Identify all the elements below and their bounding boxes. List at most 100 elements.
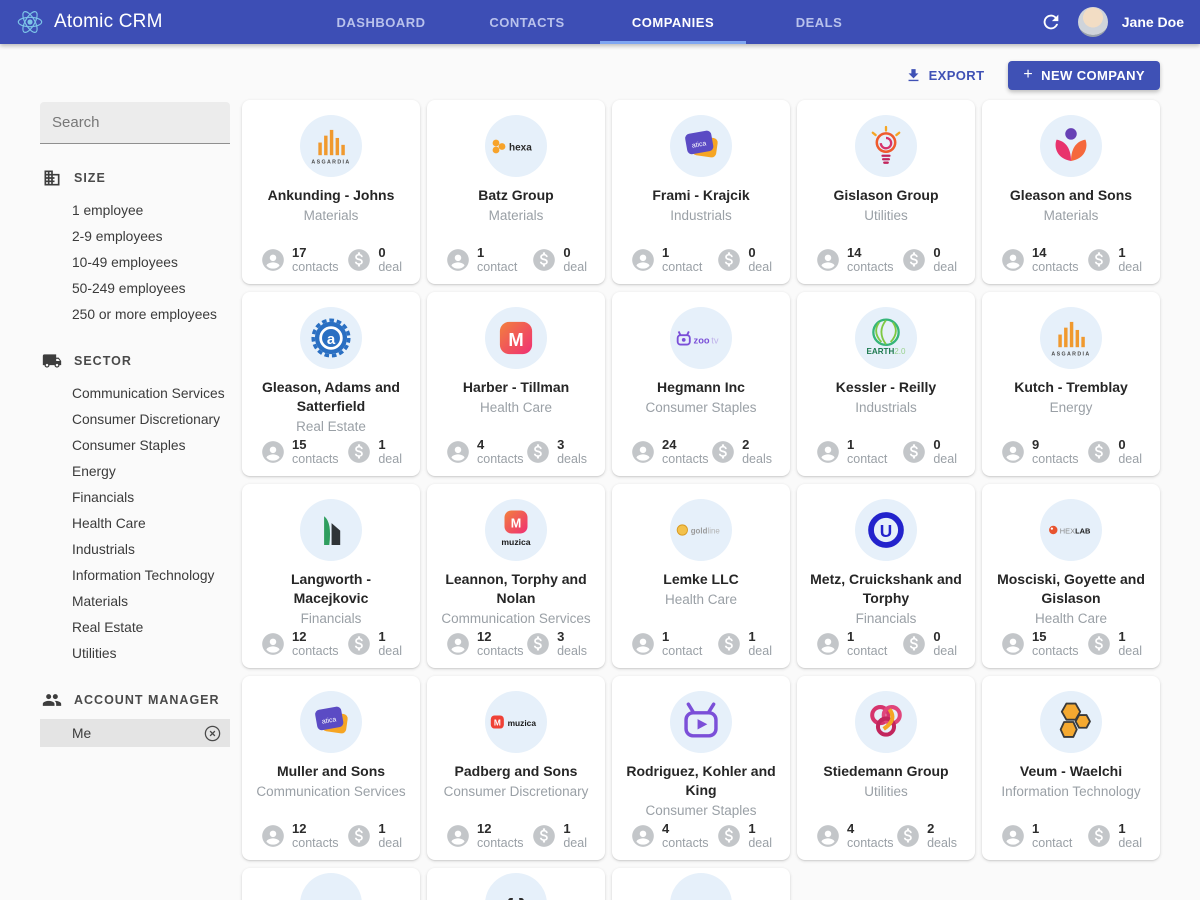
- person-circle-icon: [260, 823, 286, 849]
- person-circle-icon: [815, 631, 841, 657]
- asgardia-logo-icon: ASGARDIA: [300, 115, 362, 177]
- company-card[interactable]: EARTH2.0 Kessler - Reilly Industrials 1 …: [797, 292, 975, 476]
- person-circle-icon: [815, 823, 841, 849]
- lightbulb-logo-icon: [855, 115, 917, 177]
- nav-tab[interactable]: DASHBOARD: [308, 0, 454, 44]
- search-box[interactable]: [40, 102, 230, 144]
- company-card[interactable]: Mmuzica Padberg and Sons Consumer Discre…: [427, 676, 605, 860]
- react-atom-logo-icon: [16, 8, 44, 36]
- company-card[interactable]: atica Muller and Sons Communication Serv…: [242, 676, 420, 860]
- sidebar-filter-item[interactable]: 1 employee: [40, 197, 230, 223]
- sidebar-filter-item[interactable]: Energy: [40, 458, 230, 484]
- company-card[interactable]: Veum - Waelchi Information Technology 1 …: [982, 676, 1160, 860]
- sidebar-filter-item[interactable]: Materials: [40, 588, 230, 614]
- company-stats: 12 contacts 1 deal: [252, 629, 410, 658]
- sidebar-filter-item[interactable]: Financials: [40, 484, 230, 510]
- building-icon: [42, 168, 62, 188]
- company-card-partial[interactable]: [612, 868, 790, 900]
- sidebar-filter-item[interactable]: 50-249 employees: [40, 275, 230, 301]
- asgardia-logo-icon: ASGARDIA: [1040, 307, 1102, 369]
- company-sector: Health Care: [1035, 611, 1107, 626]
- user-avatar[interactable]: [1078, 7, 1108, 37]
- deals-stat: 0 deal: [716, 245, 772, 274]
- svg-text:tv: tv: [711, 336, 719, 346]
- company-stats: 14 contacts 0 deal: [807, 245, 965, 274]
- sidebar-filter-item[interactable]: Industrials: [40, 536, 230, 562]
- nav-tab[interactable]: DEALS: [746, 0, 892, 44]
- size-section-header: SIZE: [42, 168, 230, 188]
- company-card[interactable]: goldline Lemke LLC Health Care 1 contact…: [612, 484, 790, 668]
- company-name: Gleason, Adams and Satterfield: [252, 378, 410, 416]
- company-stats: 17 contacts 0 deal: [252, 245, 410, 274]
- dollar-circle-icon: [1086, 823, 1112, 849]
- company-card[interactable]: Stiedemann Group Utilities 4 contacts 2 …: [797, 676, 975, 860]
- company-card[interactable]: HEXLAB Mosciski, Goyette and Gislason He…: [982, 484, 1160, 668]
- company-sector: Utilities: [864, 208, 908, 223]
- company-sector: Communication Services: [256, 784, 405, 799]
- company-stats: 1 contact 0 deal: [437, 245, 595, 274]
- company-card[interactable]: U Metz, Cruickshank and Torphy Financial…: [797, 484, 975, 668]
- header-right: Jane Doe: [1040, 7, 1184, 37]
- search-input[interactable]: [52, 114, 251, 131]
- company-sector: Health Care: [665, 592, 737, 607]
- sidebar-filter-item[interactable]: Information Technology: [40, 562, 230, 588]
- person-circle-icon: [815, 439, 841, 465]
- company-card-partial[interactable]: [242, 868, 420, 900]
- company-card[interactable]: ASGARDIA Ankunding - Johns Materials 17 …: [242, 100, 420, 284]
- company-card[interactable]: atica Frami - Krajcik Industrials 1 cont…: [612, 100, 790, 284]
- refresh-button[interactable]: [1040, 10, 1064, 34]
- company-card[interactable]: Rodriguez, Kohler and King Consumer Stap…: [612, 676, 790, 860]
- contacts-stat: 15 contacts: [1000, 629, 1079, 658]
- remove-filter-icon[interactable]: [203, 724, 222, 743]
- user-name: Jane Doe: [1122, 14, 1184, 30]
- refresh-icon: [1040, 11, 1062, 33]
- sidebar-filter-item[interactable]: Real Estate: [40, 614, 230, 640]
- company-sector: Financials: [856, 611, 917, 626]
- company-name: Stiedemann Group: [823, 762, 948, 781]
- deals-stat: 3 deals: [525, 629, 587, 658]
- sidebar-filter-item[interactable]: 10-49 employees: [40, 249, 230, 275]
- brand[interactable]: Atomic CRM: [16, 8, 163, 36]
- new-company-button[interactable]: + NEW COMPANY: [1008, 61, 1160, 90]
- company-card-partial[interactable]: { }: [427, 868, 605, 900]
- sidebar-filter-item[interactable]: Consumer Discretionary: [40, 406, 230, 432]
- company-card[interactable]: Mmuzica Leannon, Torphy and Nolan Commun…: [427, 484, 605, 668]
- company-card[interactable]: M Harber - Tillman Health Care 4 contact…: [427, 292, 605, 476]
- company-card[interactable]: ASGARDIA Kutch - Tremblay Energy 9 conta…: [982, 292, 1160, 476]
- company-card[interactable]: Gleason and Sons Materials 14 contacts 1…: [982, 100, 1160, 284]
- nav-tab[interactable]: COMPANIES: [600, 0, 746, 44]
- sidebar-filter-item[interactable]: Health Care: [40, 510, 230, 536]
- company-card[interactable]: a Gleason, Adams and Satterfield Real Es…: [242, 292, 420, 476]
- company-name: Kessler - Reilly: [836, 378, 936, 397]
- company-name: Frami - Krajcik: [652, 186, 749, 205]
- company-sector: Industrials: [670, 208, 732, 223]
- company-stats: 15 contacts 1 deal: [252, 437, 410, 466]
- sidebar-filter-item[interactable]: Utilities: [40, 640, 230, 666]
- contacts-stat: 4 contacts: [815, 821, 894, 850]
- dollar-circle-icon: [1086, 439, 1112, 465]
- svg-text:muzica: muzica: [501, 537, 530, 547]
- sidebar-filter-item[interactable]: 250 or more employees: [40, 301, 230, 327]
- svg-text:HEXLAB: HEXLAB: [1060, 526, 1091, 535]
- company-card[interactable]: zootv Hegmann Inc Consumer Staples 24 co…: [612, 292, 790, 476]
- company-card[interactable]: Langworth - Macejkovic Financials 12 con…: [242, 484, 420, 668]
- nav-tab[interactable]: CONTACTS: [454, 0, 600, 44]
- company-card[interactable]: Gislason Group Utilities 14 contacts 0 d…: [797, 100, 975, 284]
- size-filter-list: 1 employee 2-9 employees 10-49 employees…: [40, 197, 230, 327]
- contacts-stat: 4 contacts: [630, 821, 709, 850]
- export-button[interactable]: EXPORT: [897, 62, 993, 89]
- company-sector: Materials: [489, 208, 544, 223]
- contacts-stat: 14 contacts: [1000, 245, 1079, 274]
- sidebar-filter-item[interactable]: Consumer Staples: [40, 432, 230, 458]
- sidebar-filter-item[interactable]: 2-9 employees: [40, 223, 230, 249]
- deals-stat: 1 deal: [346, 629, 402, 658]
- company-card[interactable]: hexa Batz Group Materials 1 contact 0 de…: [427, 100, 605, 284]
- zootv-logo-icon: zootv: [670, 307, 732, 369]
- company-name: Gislason Group: [833, 186, 938, 205]
- sidebar-filter-item[interactable]: Communication Services: [40, 380, 230, 406]
- person-circle-icon: [815, 247, 841, 273]
- account-manager-filter-me[interactable]: Me: [40, 719, 230, 747]
- deals-stat: 1 deal: [1086, 629, 1142, 658]
- dollar-circle-icon: [531, 823, 557, 849]
- company-stats: 4 contacts 1 deal: [622, 821, 780, 850]
